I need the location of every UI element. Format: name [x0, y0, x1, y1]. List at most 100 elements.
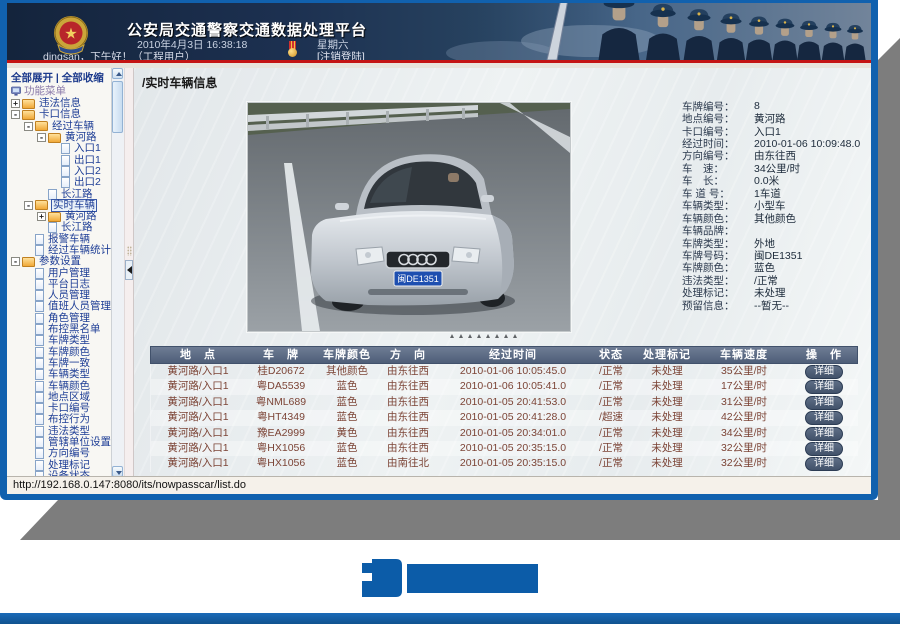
scroll-up-button[interactable]	[112, 68, 123, 79]
cell-direction: 由东往西	[377, 364, 439, 379]
tree-node-icon	[35, 268, 44, 279]
table-column-header: 车 牌	[245, 347, 317, 363]
collapse-all-link[interactable]: 全部收缩	[62, 72, 104, 84]
detail-button[interactable]: 详细	[805, 442, 843, 456]
tree-item[interactable]: 入口1	[46, 143, 112, 154]
detail-button[interactable]: 详细	[805, 396, 843, 410]
cell-speed: 17公里/时	[699, 379, 789, 394]
cell-action: 详细	[789, 456, 859, 471]
tree-item-label: 值班人员管理	[47, 301, 112, 312]
cell-action: 详细	[789, 441, 859, 456]
tree-item[interactable]: 值班人员管理	[20, 301, 112, 312]
tree-expand-toggle[interactable]: -	[37, 133, 46, 142]
cell-direction: 由东往西	[377, 410, 439, 425]
tree-item-label: 用户管理	[47, 268, 91, 279]
detail-row: 预留信息： --暂无--	[682, 299, 864, 311]
tree-node-icon	[61, 143, 70, 154]
tree-item[interactable]: - 参数设置	[7, 256, 112, 267]
main-content: /实时车辆信息	[134, 68, 871, 477]
detail-button[interactable]: 详细	[805, 380, 843, 394]
tree-expand-toggle[interactable]: -	[11, 110, 20, 119]
cell-speed: 34公里/时	[699, 426, 789, 441]
header-greeting: dingsan，下午好！（工程用户）	[43, 49, 195, 63]
cell-action: 详细	[789, 410, 859, 425]
detail-value: --暂无--	[754, 298, 789, 313]
table-column-header: 地 点	[151, 347, 245, 363]
tree-node-icon	[22, 99, 35, 109]
tree-item[interactable]: - 卡口信息	[7, 109, 112, 120]
cell-process-flag: 未处理	[635, 456, 699, 471]
slide-footer-bar	[0, 613, 900, 624]
cell-status: /正常	[587, 441, 635, 456]
cell-action: 详细	[789, 395, 859, 410]
vehicle-details: 车牌编号： 8 地点编号： 黄河路 卡口编号： 入口1	[682, 100, 864, 311]
cell-direction: 由南往北	[377, 456, 439, 471]
cell-pass-time: 2010-01-05 20:34:01.0	[439, 426, 587, 441]
cell-status: /正常	[587, 379, 635, 394]
tree-item[interactable]: 出口2	[46, 177, 112, 188]
menu-root[interactable]: 功能菜单	[11, 83, 66, 98]
detail-value: 入口1	[754, 124, 781, 139]
cell-action: 详细	[789, 426, 859, 441]
cell-status: /超速	[587, 410, 635, 425]
cell-plate-color: 蓝色	[317, 441, 377, 456]
table-header-row: 地 点 车 牌 车牌颜色 方 向 经过时间 状态 处理标记	[150, 346, 858, 364]
tree-item[interactable]: 车辆类型	[20, 369, 112, 380]
tree-expand-toggle[interactable]: -	[11, 257, 20, 266]
cell-process-flag: 未处理	[635, 395, 699, 410]
cell-direction: 由东往西	[377, 426, 439, 441]
tree-node-icon	[35, 234, 44, 245]
logout-link[interactable]: [注销登陆]	[317, 49, 365, 63]
tree-node-icon	[35, 335, 44, 346]
cell-direction: 由东往西	[377, 441, 439, 456]
tree-node-icon	[35, 290, 44, 301]
tree-item[interactable]: 方向编号	[20, 448, 112, 459]
panel-splitter[interactable]	[124, 68, 134, 477]
collapse-left-icon	[127, 266, 132, 274]
splitter-collapse-handle[interactable]	[125, 260, 133, 280]
tree-item-label: 处理标记	[47, 460, 91, 471]
tree-expand-toggle[interactable]: +	[37, 212, 46, 221]
scroll-thumb[interactable]	[112, 81, 123, 133]
tree-item-label: 车辆颜色	[47, 381, 91, 392]
tree-item[interactable]: 长江路	[33, 222, 112, 233]
table-column-header: 操 作	[789, 347, 859, 363]
cell-pass-time: 2010-01-05 20:35:15.0	[439, 456, 587, 471]
table-column-header: 方 向	[377, 347, 439, 363]
tree-expand-toggle[interactable]: -	[24, 201, 33, 210]
cell-location: 黄河路/入口1	[151, 456, 245, 471]
detail-button[interactable]: 详细	[805, 411, 843, 425]
tree-node-icon	[35, 301, 44, 312]
table-row: 黄河路/入口1 粤NML689 蓝色 由东往西 2010-01-05 20:41…	[151, 395, 858, 410]
table-column-header: 车辆速度	[699, 347, 789, 363]
tree-expand-toggle[interactable]: +	[11, 99, 20, 108]
sidebar-scrollbar[interactable]	[111, 68, 124, 477]
tree-item-label: 入口1	[73, 143, 102, 154]
tree-item-label: 卡口信息	[38, 109, 82, 120]
cell-pass-time: 2010-01-05 20:41:53.0	[439, 395, 587, 410]
company-logo-bar	[407, 564, 538, 593]
cell-plate: 桂D20672	[245, 364, 317, 379]
tree-item[interactable]: 布控行为	[20, 414, 112, 425]
cell-pass-time: 2010-01-06 10:05:45.0	[439, 364, 587, 379]
table-body: 黄河路/入口1 桂D20672 其他颜色 由东往西 2010-01-06 10:…	[150, 364, 858, 472]
detail-button[interactable]: 详细	[805, 427, 843, 441]
cell-plate-color: 蓝色	[317, 456, 377, 471]
table-row: 黄河路/入口1 粤HT4349 蓝色 由东往西 2010-01-05 20:41…	[151, 410, 858, 425]
cell-process-flag: 未处理	[635, 364, 699, 379]
detail-button[interactable]: 详细	[805, 457, 843, 471]
tree-node-icon	[35, 358, 44, 369]
tree-node-icon	[35, 200, 48, 210]
detail-button[interactable]: 详细	[805, 365, 843, 379]
cell-plate-color: 蓝色	[317, 410, 377, 425]
tree-expand-toggle[interactable]: -	[24, 122, 33, 131]
menu-root-icon	[11, 86, 21, 96]
police-officers-image	[441, 3, 871, 60]
tree-item-label: 车牌类型	[47, 335, 91, 346]
tree-node-icon	[48, 222, 57, 233]
tree-node-icon	[35, 414, 44, 425]
tree-item[interactable]: 车牌类型	[20, 335, 112, 346]
splitter-dots	[127, 246, 132, 256]
tree-item-label: 出口2	[73, 177, 102, 188]
photo-tick-marks	[450, 334, 517, 338]
